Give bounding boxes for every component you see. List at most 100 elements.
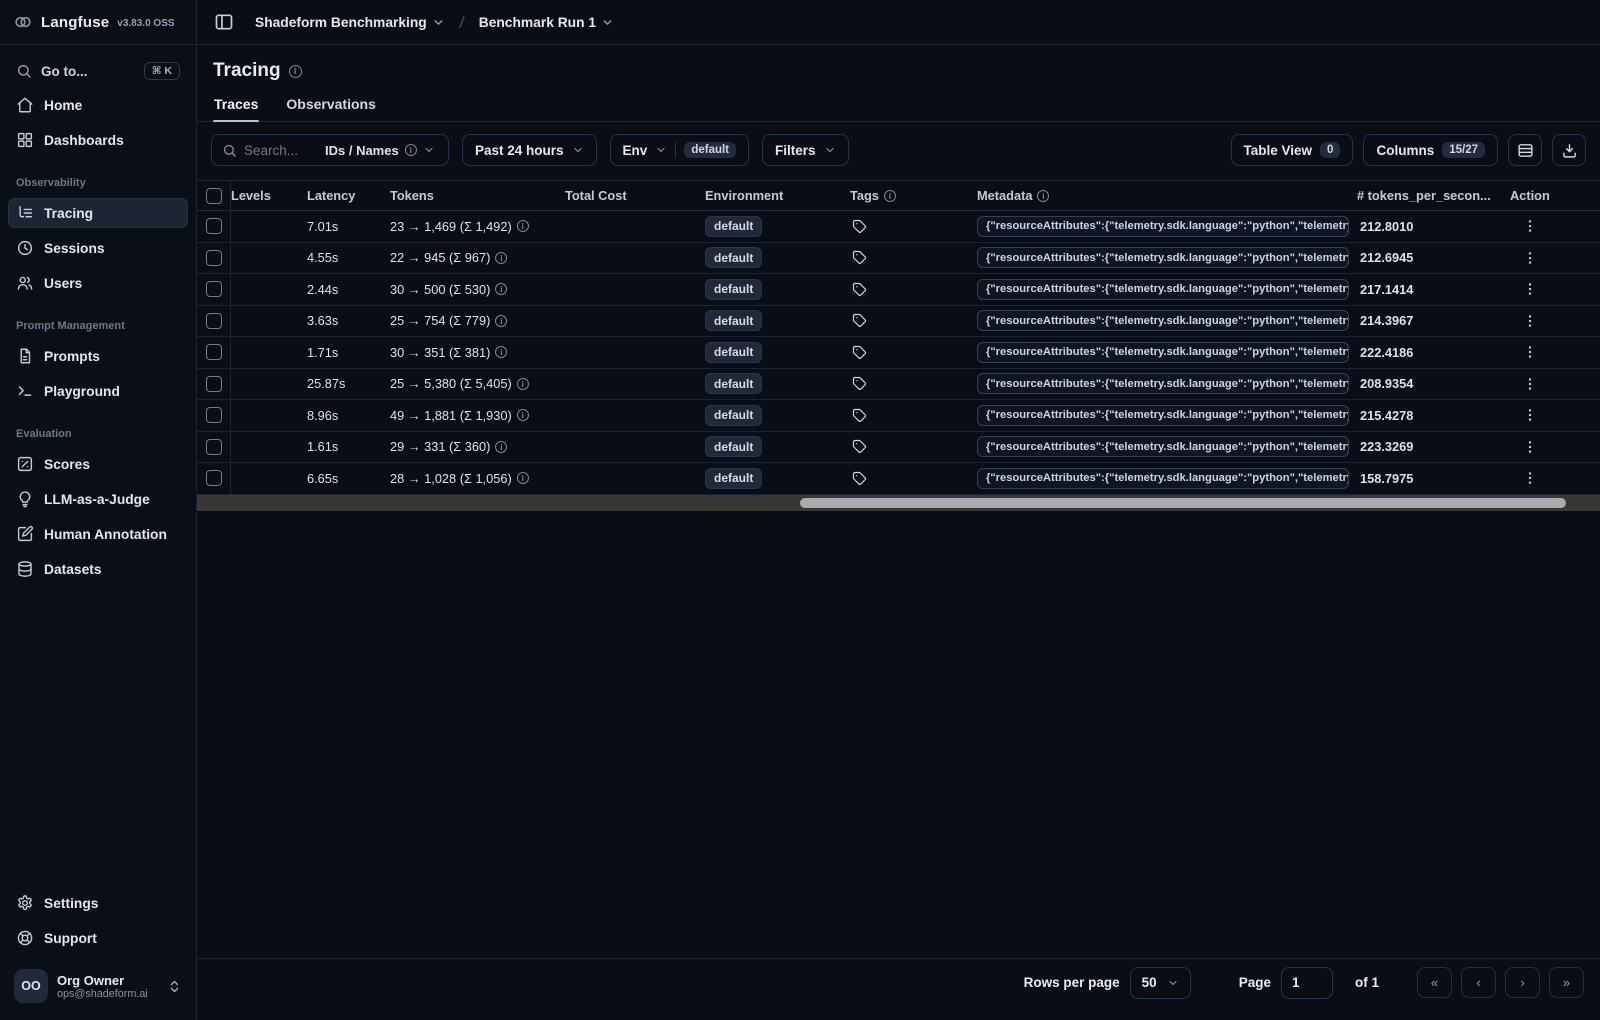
tag-icon[interactable]: [852, 471, 867, 486]
metadata-json-pill[interactable]: {"resourceAttributes":{"telemetry.sdk.la…: [977, 278, 1349, 300]
columns-button[interactable]: Columns 15/27: [1363, 134, 1498, 166]
column-header--tokens-per-secon-[interactable]: # tokens_per_secon...: [1357, 188, 1510, 203]
table-row[interactable]: 7.01s 23 → 1,469 (Σ 1,492) i default {"resou…: [197, 211, 1600, 243]
kebab-menu-icon[interactable]: [1522, 281, 1538, 297]
sidebar-item-playground[interactable]: Playground: [8, 376, 188, 406]
column-header-environment[interactable]: Environment: [705, 188, 850, 203]
metadata-json-pill[interactable]: {"resourceAttributes":{"telemetry.sdk.la…: [977, 467, 1349, 489]
table-row[interactable]: 2.44s 30 → 500 (Σ 530) i default {"resourceA…: [197, 274, 1600, 306]
row-checkbox[interactable]: [205, 281, 222, 298]
column-header-levels[interactable]: Levels: [231, 188, 297, 203]
metadata-json-pill[interactable]: {"resourceAttributes":{"telemetry.sdk.la…: [977, 373, 1349, 395]
goto-command-palette[interactable]: Go to... ⌘ K: [8, 56, 188, 86]
metadata-json-pill[interactable]: {"resourceAttributes":{"telemetry.sdk.la…: [977, 215, 1349, 237]
column-header-action[interactable]: Action: [1510, 188, 1550, 203]
sidebar-item-llm-as-a-judge[interactable]: LLM-as-a-Judge: [8, 484, 188, 514]
row-checkbox[interactable]: [205, 470, 222, 487]
tab-traces[interactable]: Traces: [213, 92, 260, 122]
sidebar-item-support[interactable]: Support: [8, 923, 188, 953]
kebab-menu-icon[interactable]: [1522, 313, 1538, 329]
select-all-checkbox[interactable]: [205, 187, 222, 204]
sidebar-toggle-button[interactable]: [210, 8, 238, 36]
sidebar-item-scores[interactable]: Scores: [8, 449, 188, 479]
tag-icon[interactable]: [852, 282, 867, 297]
table-row[interactable]: 25.87s 25 → 5,380 (Σ 5,405) i default {"reso…: [197, 368, 1600, 400]
scrollbar-thumb[interactable]: [800, 497, 1567, 508]
filters-dropdown[interactable]: Filters: [762, 134, 849, 166]
metadata-json-pill[interactable]: {"resourceAttributes":{"telemetry.sdk.la…: [977, 310, 1349, 332]
row-checkbox[interactable]: [205, 249, 222, 266]
search-input[interactable]: [244, 142, 318, 158]
info-icon[interactable]: i: [495, 346, 508, 359]
tag-icon[interactable]: [852, 250, 867, 265]
kebab-menu-icon[interactable]: [1522, 407, 1538, 423]
table-row[interactable]: 6.65s 28 → 1,028 (Σ 1,056) i default {"resou…: [197, 463, 1600, 495]
table-row[interactable]: 1.71s 30 → 351 (Σ 381) i default {"resourceA…: [197, 337, 1600, 369]
prev-page-button[interactable]: ‹: [1461, 967, 1496, 998]
row-checkbox[interactable]: [205, 312, 222, 329]
sidebar-item-settings[interactable]: Settings: [8, 888, 188, 918]
sidebar-item-users[interactable]: Users: [8, 268, 188, 298]
metadata-json-pill[interactable]: {"resourceAttributes":{"telemetry.sdk.la…: [977, 404, 1349, 426]
info-icon[interactable]: i: [495, 314, 508, 327]
sidebar-item-human-annotation[interactable]: Human Annotation: [8, 519, 188, 549]
row-checkbox[interactable]: [205, 218, 222, 235]
row-checkbox[interactable]: [205, 407, 222, 424]
sidebar-item-tracing[interactable]: Tracing: [8, 198, 188, 228]
info-icon[interactable]: i: [516, 472, 529, 485]
page-number-input[interactable]: [1280, 966, 1333, 999]
info-icon[interactable]: i: [516, 220, 529, 233]
table-row[interactable]: 1.61s 29 → 331 (Σ 360) i default {"resourceA…: [197, 431, 1600, 463]
tag-icon[interactable]: [852, 345, 867, 360]
account-menu[interactable]: OO Org Owner ops@shadeform.ai: [8, 964, 188, 1008]
column-header-tags[interactable]: Tags i: [850, 188, 977, 203]
info-icon[interactable]: i: [516, 377, 529, 390]
sidebar-item-datasets[interactable]: Datasets: [8, 554, 188, 584]
column-header-latency[interactable]: Latency: [297, 188, 390, 203]
row-height-button[interactable]: [1508, 134, 1542, 166]
info-icon[interactable]: i: [288, 64, 302, 78]
env-filter-dropdown[interactable]: Env default: [609, 134, 750, 166]
next-page-button[interactable]: ›: [1505, 967, 1540, 998]
tag-icon[interactable]: [852, 376, 867, 391]
kebab-menu-icon[interactable]: [1522, 250, 1538, 266]
kebab-menu-icon[interactable]: [1522, 439, 1538, 455]
info-icon[interactable]: i: [516, 409, 529, 422]
sidebar-item-dashboards[interactable]: Dashboards: [8, 125, 188, 155]
info-icon[interactable]: i: [495, 283, 508, 296]
breadcrumb-run[interactable]: Benchmark Run 1: [479, 15, 614, 30]
first-page-button[interactable]: «: [1417, 967, 1452, 998]
tab-observations[interactable]: Observations: [285, 92, 376, 121]
tag-icon[interactable]: [852, 313, 867, 328]
kebab-menu-icon[interactable]: [1522, 344, 1538, 360]
export-download-button[interactable]: [1552, 134, 1586, 166]
column-header-total-cost[interactable]: Total Cost: [565, 188, 705, 203]
metadata-json-pill[interactable]: {"resourceAttributes":{"telemetry.sdk.la…: [977, 341, 1349, 363]
kebab-menu-icon[interactable]: [1522, 470, 1538, 486]
metadata-json-pill[interactable]: {"resourceAttributes":{"telemetry.sdk.la…: [977, 436, 1349, 458]
row-checkbox[interactable]: [205, 438, 222, 455]
time-range-dropdown[interactable]: Past 24 hours: [462, 134, 597, 166]
sidebar-item-prompts[interactable]: Prompts: [8, 341, 188, 371]
rows-per-page-select[interactable]: 50: [1129, 966, 1191, 999]
info-icon[interactable]: i: [495, 251, 508, 264]
table-row[interactable]: 4.55s 22 → 945 (Σ 967) i default {"resourceA…: [197, 242, 1600, 274]
tag-icon[interactable]: [852, 439, 867, 454]
sidebar-item-sessions[interactable]: Sessions: [8, 233, 188, 263]
sidebar-item-home[interactable]: Home: [8, 90, 188, 120]
tag-icon[interactable]: [852, 408, 867, 423]
info-icon[interactable]: i: [495, 440, 508, 453]
last-page-button[interactable]: »: [1549, 967, 1584, 998]
table-row[interactable]: 8.96s 49 → 1,881 (Σ 1,930) i default {"resou…: [197, 400, 1600, 432]
kebab-menu-icon[interactable]: [1522, 376, 1538, 392]
row-checkbox[interactable]: [205, 344, 222, 361]
table-row[interactable]: 3.63s 25 → 754 (Σ 779) i default {"resourceA…: [197, 305, 1600, 337]
table-view-button[interactable]: Table View 0: [1230, 134, 1354, 166]
metadata-json-pill[interactable]: {"resourceAttributes":{"telemetry.sdk.la…: [977, 247, 1349, 269]
tag-icon[interactable]: [852, 219, 867, 234]
row-checkbox[interactable]: [205, 375, 222, 392]
kebab-menu-icon[interactable]: [1522, 218, 1538, 234]
column-header-tokens[interactable]: Tokens: [390, 188, 565, 203]
breadcrumb-project[interactable]: Shadeform Benchmarking: [255, 15, 445, 30]
column-header-metadata[interactable]: Metadata i: [977, 188, 1357, 203]
